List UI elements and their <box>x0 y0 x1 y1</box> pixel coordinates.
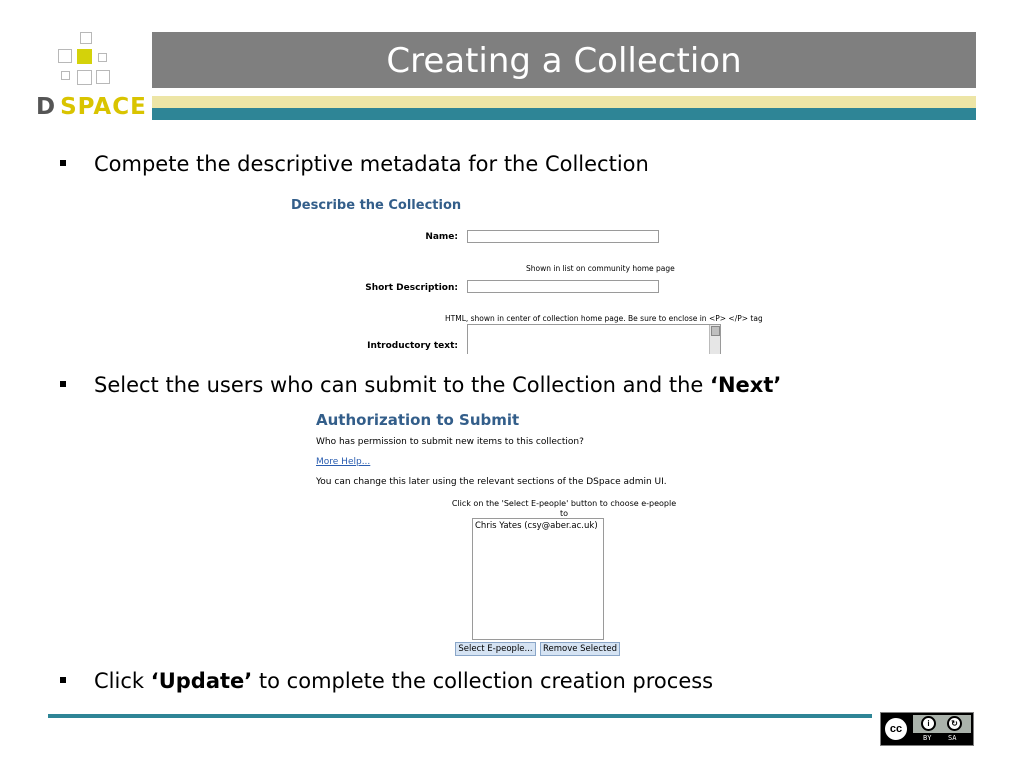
logo-square-icon <box>77 70 92 85</box>
select-e-people-button[interactable]: Select E-people... <box>455 642 536 656</box>
bullet-metadata: Compete the descriptive metadata for the… <box>60 152 960 176</box>
logo-square-icon <box>80 32 92 44</box>
more-help-link[interactable]: More Help... <box>316 457 370 467</box>
logo-square-icon <box>58 49 72 63</box>
bullet-marker-icon <box>60 381 66 387</box>
textarea-scrollbar[interactable] <box>709 325 720 354</box>
name-label: Name: <box>425 232 458 242</box>
describe-heading: Describe the Collection <box>291 198 462 213</box>
scroll-up-icon[interactable] <box>711 326 720 336</box>
footer-line <box>48 714 872 718</box>
introductory-text-label: Introductory text: <box>367 341 458 351</box>
submitters-listbox[interactable]: Chris Yates (csy@aber.ac.uk) <box>472 518 604 640</box>
introductory-text-textarea[interactable] <box>467 324 721 354</box>
logo-square-icon <box>96 70 110 84</box>
short-description-input[interactable] <box>467 280 659 293</box>
short-description-hint: HTML, shown in center of collection home… <box>445 314 762 323</box>
authorization-heading: Authorization to Submit <box>316 411 520 429</box>
remove-selected-button[interactable]: Remove Selected <box>540 642 620 656</box>
logo-wordmark: D SPACE <box>36 94 147 120</box>
describe-collection-form: Describe the Collection Name: Shown in l… <box>282 190 762 354</box>
sa-label: SA <box>948 734 957 742</box>
bullet-update: Click ‘Update’ to complete the collectio… <box>60 669 960 693</box>
cc-icon: cc <box>883 716 909 742</box>
logo-square-icon <box>98 53 107 62</box>
permission-question: Who has permission to submit new items t… <box>316 437 584 447</box>
bullet-marker-icon <box>60 160 66 166</box>
share-alike-icon: ↻ <box>947 716 962 731</box>
dspace-logo: D SPACE <box>36 32 146 124</box>
cc-license-badge: cc i ↻ BY SA <box>880 712 974 746</box>
slide-title: Creating a Collection <box>386 41 742 81</box>
list-item[interactable]: Chris Yates (csy@aber.ac.uk) <box>475 521 598 531</box>
bullet-select-users: Select the users who can submit to the C… <box>60 373 960 397</box>
logo-square-yellow-icon <box>77 49 92 64</box>
attribution-icon: i <box>921 716 936 731</box>
name-hint: Shown in list on community home page <box>526 264 675 273</box>
title-bar: Creating a Collection <box>152 32 976 88</box>
short-description-label: Short Description: <box>365 283 458 293</box>
header-band-yellow <box>152 96 976 108</box>
header-band-teal <box>152 108 976 120</box>
logo-square-icon <box>61 71 70 80</box>
admin-note: You can change this later using the rele… <box>316 477 667 487</box>
authorization-form: Authorization to Submit Who has permissi… <box>310 406 690 662</box>
bullet-marker-icon <box>60 677 66 683</box>
name-input[interactable] <box>467 230 659 243</box>
by-label: BY <box>923 734 932 742</box>
